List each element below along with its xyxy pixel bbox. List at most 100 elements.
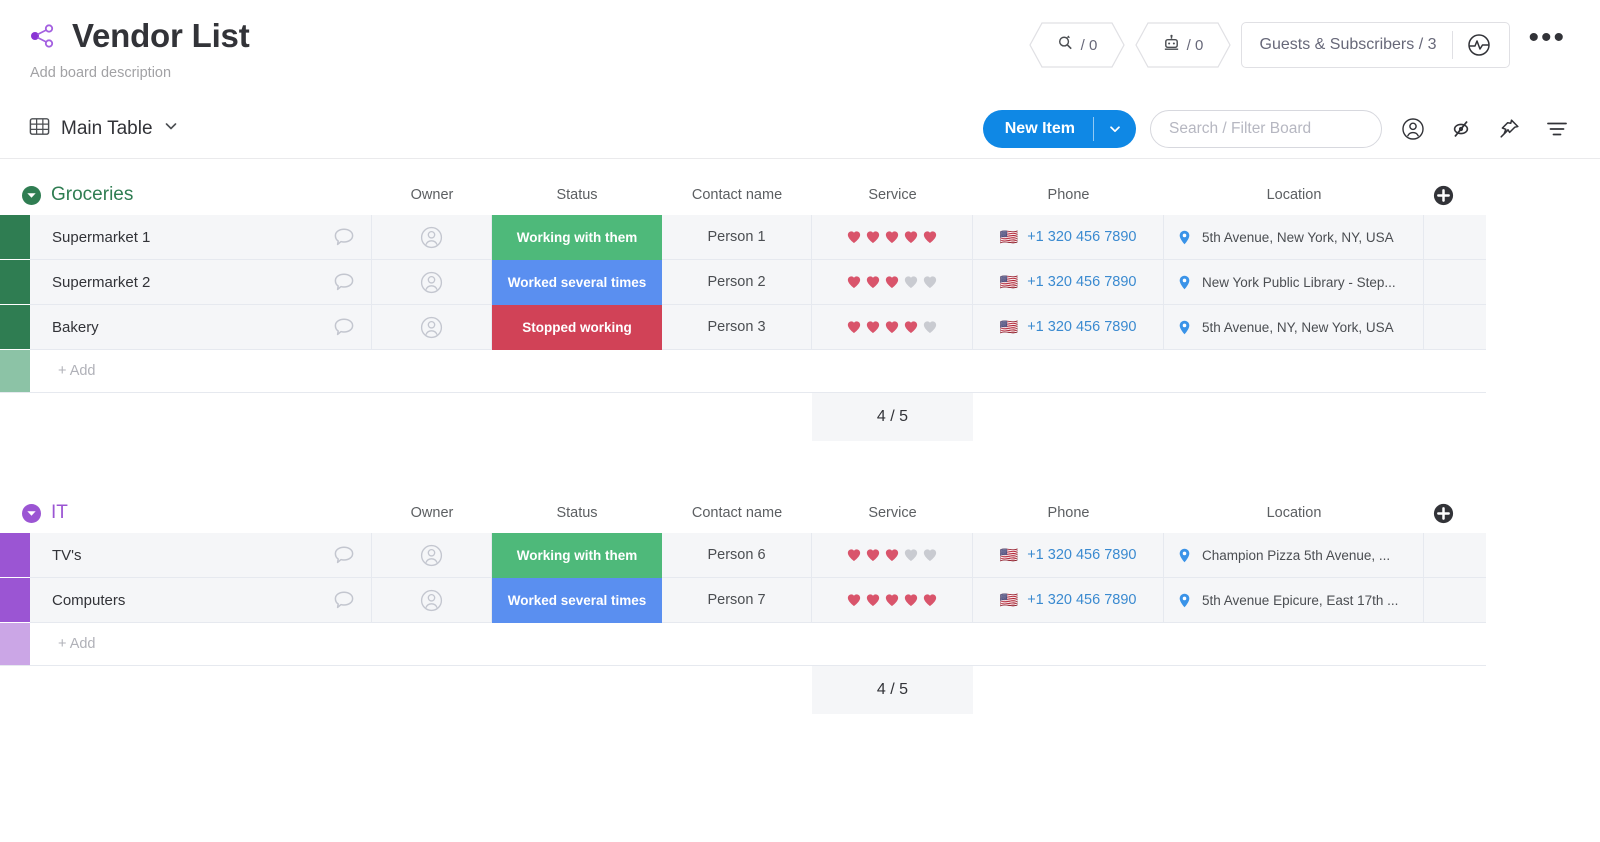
automations-badge[interactable]: / 0 — [1134, 22, 1231, 68]
cell-service-rating[interactable] — [812, 578, 973, 624]
heart-icon[interactable] — [865, 547, 881, 563]
group-title-area[interactable]: Groceries — [0, 175, 372, 215]
phone-number[interactable]: +1 320 456 7890 — [1027, 274, 1136, 290]
person-placeholder-icon[interactable] — [419, 270, 444, 295]
heart-icon[interactable] — [846, 592, 862, 608]
comment-bubble-icon[interactable] — [331, 269, 357, 295]
column-header-phone[interactable]: Phone — [973, 175, 1164, 215]
collapse-arrow-icon[interactable] — [22, 504, 41, 523]
column-header-location[interactable]: Location — [1164, 493, 1424, 533]
cell-location[interactable]: New York Public Library - Step... — [1164, 260, 1424, 306]
cell-contact-name[interactable]: Person 6 — [662, 533, 812, 579]
status-badge[interactable]: Working with them — [492, 533, 662, 579]
table-row[interactable]: Supermarket 1 Working with them Person 1 🇺🇸… — [0, 215, 1600, 261]
cell-owner[interactable] — [372, 305, 492, 351]
add-column-icon[interactable] — [1432, 502, 1455, 525]
cell-item-name[interactable]: Supermarket 1 — [30, 215, 372, 261]
heart-icon[interactable] — [846, 319, 862, 335]
heart-icon[interactable] — [884, 547, 900, 563]
cell-owner[interactable] — [372, 215, 492, 261]
table-row[interactable]: TV's Working with them Person 6 🇺🇸 +1 320 45… — [0, 533, 1600, 579]
cell-item-name[interactable]: Computers — [30, 578, 372, 624]
hide-eye-icon[interactable] — [1444, 112, 1478, 146]
heart-icon[interactable] — [884, 592, 900, 608]
column-header-contact-name[interactable]: Contact name — [662, 493, 812, 533]
column-header-status[interactable]: Status — [492, 493, 662, 533]
cell-service-rating[interactable] — [812, 305, 973, 351]
heart-icon[interactable] — [903, 592, 919, 608]
search-input[interactable]: Search / Filter Board — [1150, 110, 1382, 149]
cell-location[interactable]: 5th Avenue, New York, NY, USA — [1164, 215, 1424, 261]
service-summary[interactable]: 4 / 5 — [812, 393, 973, 442]
add-column-icon[interactable] — [1432, 184, 1455, 207]
heart-icon[interactable] — [884, 274, 900, 290]
heart-icon[interactable] — [865, 592, 881, 608]
comment-bubble-icon[interactable] — [331, 542, 357, 568]
cell-item-name[interactable]: Bakery — [30, 305, 372, 351]
add-column-button[interactable] — [1424, 175, 1486, 215]
column-header-owner[interactable]: Owner — [372, 175, 492, 215]
add-item-row[interactable]: + Add — [0, 350, 1600, 394]
cell-location[interactable]: Champion Pizza 5th Avenue, ... — [1164, 533, 1424, 579]
table-row[interactable]: Bakery Stopped working Person 3 🇺🇸 +1 320 45… — [0, 305, 1600, 351]
tab-main-table[interactable]: Main Table — [28, 115, 179, 143]
heart-icon[interactable] — [903, 547, 919, 563]
guests-subscribers-label[interactable]: Guests & Subscribers / 3 — [1260, 36, 1453, 54]
rating-hearts[interactable] — [846, 319, 938, 335]
heart-icon[interactable] — [922, 274, 938, 290]
person-placeholder-icon[interactable] — [419, 315, 444, 340]
collapse-arrow-icon[interactable] — [22, 186, 41, 205]
person-placeholder-icon[interactable] — [419, 225, 444, 250]
cell-contact-name[interactable]: Person 2 — [662, 260, 812, 306]
heart-icon[interactable] — [922, 319, 938, 335]
heart-icon[interactable] — [865, 319, 881, 335]
add-column-button[interactable] — [1424, 493, 1486, 533]
column-header-status[interactable]: Status — [492, 175, 662, 215]
heart-icon[interactable] — [884, 229, 900, 245]
column-header-owner[interactable]: Owner — [372, 493, 492, 533]
rating-hearts[interactable] — [846, 229, 938, 245]
more-options-button[interactable]: ••• — [1520, 22, 1574, 68]
column-header-phone[interactable]: Phone — [973, 493, 1164, 533]
cell-owner[interactable] — [372, 533, 492, 579]
share-icon[interactable] — [28, 21, 58, 51]
new-item-chevron-down-icon[interactable] — [1094, 110, 1136, 148]
table-row[interactable]: Supermarket 2 Worked several times Person … — [0, 260, 1600, 306]
person-placeholder-icon[interactable] — [419, 588, 444, 613]
status-badge[interactable]: Worked several times — [492, 578, 662, 624]
cell-item-name[interactable]: Supermarket 2 — [30, 260, 372, 306]
heart-icon[interactable] — [846, 274, 862, 290]
filter-icon[interactable] — [1540, 112, 1574, 146]
cell-location[interactable]: 5th Avenue, NY, New York, USA — [1164, 305, 1424, 351]
person-placeholder-icon[interactable] — [419, 543, 444, 568]
activity-log-icon[interactable] — [1453, 23, 1505, 67]
comment-bubble-icon[interactable] — [331, 587, 357, 613]
group-collapse-button[interactable] — [22, 503, 41, 523]
chevron-down-icon[interactable] — [163, 118, 179, 139]
cell-phone[interactable]: 🇺🇸 +1 320 456 7890 — [973, 305, 1164, 351]
heart-icon[interactable] — [865, 229, 881, 245]
heart-icon[interactable] — [922, 229, 938, 245]
cell-service-rating[interactable] — [812, 533, 973, 579]
phone-number[interactable]: +1 320 456 7890 — [1027, 319, 1136, 335]
heart-icon[interactable] — [865, 274, 881, 290]
rating-hearts[interactable] — [846, 592, 938, 608]
status-badge[interactable]: Working with them — [492, 215, 662, 261]
comment-bubble-icon[interactable] — [331, 224, 357, 250]
cell-owner[interactable] — [372, 578, 492, 624]
phone-number[interactable]: +1 320 456 7890 — [1027, 547, 1136, 563]
phone-number[interactable]: +1 320 456 7890 — [1027, 229, 1136, 245]
cell-item-name[interactable]: TV's — [30, 533, 372, 579]
comment-bubble-icon[interactable] — [331, 314, 357, 340]
rating-hearts[interactable] — [846, 274, 938, 290]
heart-icon[interactable] — [922, 547, 938, 563]
heart-icon[interactable] — [903, 229, 919, 245]
phone-number[interactable]: +1 320 456 7890 — [1027, 592, 1136, 608]
column-header-service[interactable]: Service — [812, 175, 973, 215]
table-row[interactable]: Computers Worked several times Person 7 🇺🇸 +… — [0, 578, 1600, 624]
cell-phone[interactable]: 🇺🇸 +1 320 456 7890 — [973, 533, 1164, 579]
cell-phone[interactable]: 🇺🇸 +1 320 456 7890 — [973, 578, 1164, 624]
rating-hearts[interactable] — [846, 547, 938, 563]
cell-contact-name[interactable]: Person 3 — [662, 305, 812, 351]
column-header-contact-name[interactable]: Contact name — [662, 175, 812, 215]
